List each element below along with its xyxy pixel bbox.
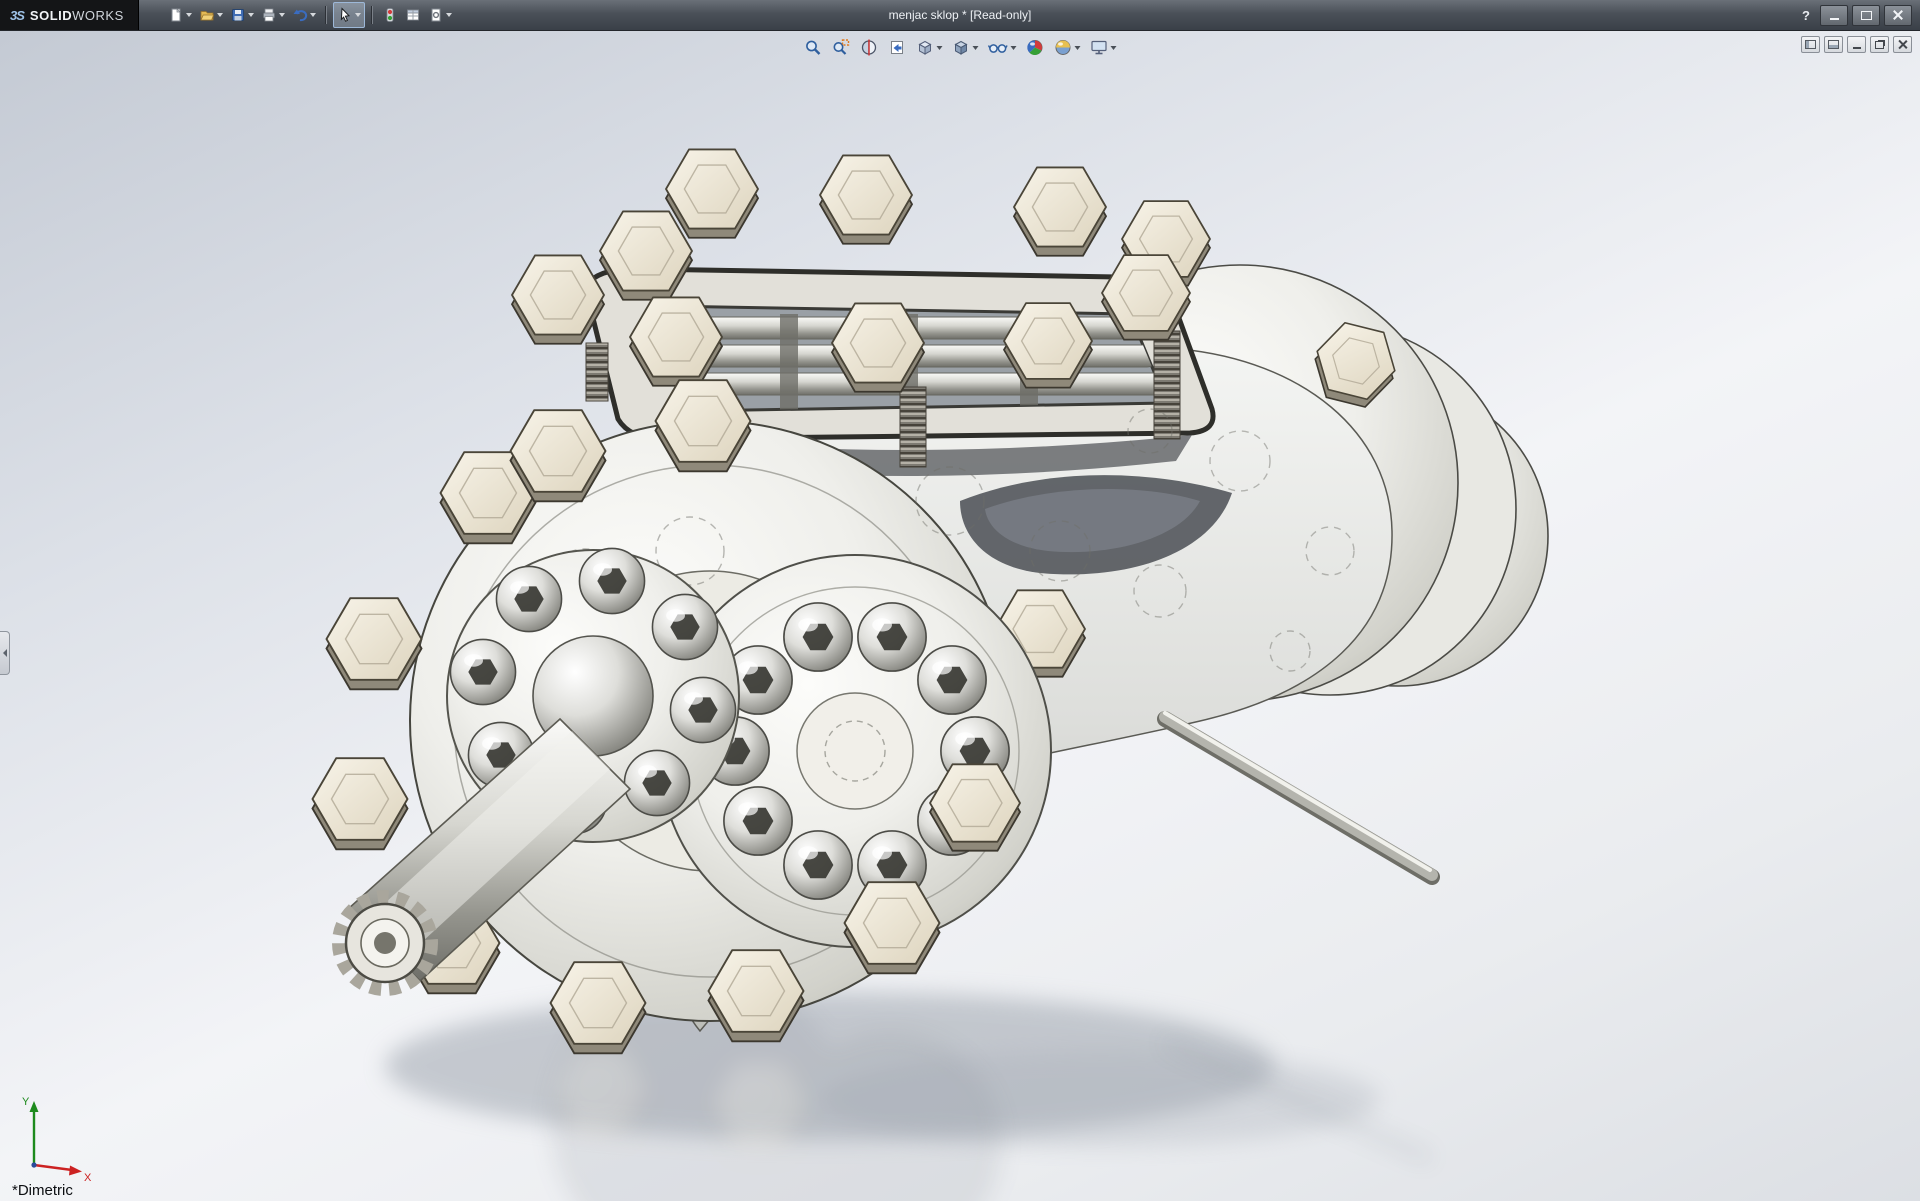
titlebar-right-controls: ? [1796, 5, 1920, 26]
chevron-down-icon[interactable] [973, 46, 979, 50]
chevron-down-icon[interactable] [355, 13, 361, 17]
section-view-icon [860, 38, 879, 57]
view-orientation-label: *Dimetric [12, 1182, 73, 1199]
open-folder-icon [199, 7, 215, 23]
doc-minimize-button[interactable] [1847, 36, 1866, 53]
display-style-button[interactable] [951, 37, 980, 58]
close-icon [1898, 40, 1907, 49]
split-pane-left-button[interactable] [1801, 36, 1820, 53]
section-view-button[interactable] [859, 37, 880, 58]
glasses-icon [988, 38, 1009, 57]
display-style-cube-icon [952, 38, 971, 57]
previous-view-button[interactable] [887, 37, 908, 58]
zoom-to-fit-icon [804, 38, 823, 57]
triad-x-label: X [84, 1172, 92, 1181]
chevron-down-icon[interactable] [1111, 46, 1117, 50]
hide-show-items-button[interactable] [987, 37, 1018, 58]
rebuild-button[interactable] [379, 3, 401, 27]
chevron-down-icon[interactable] [937, 46, 943, 50]
heads-up-view-toolbar [803, 37, 1118, 58]
print-button[interactable] [258, 3, 288, 27]
printer-icon [261, 7, 277, 23]
brand-text: SOLIDWORKS [30, 8, 124, 23]
chevron-down-icon[interactable] [248, 13, 254, 17]
properties-table-icon [405, 7, 421, 23]
help-button[interactable]: ? [1796, 8, 1816, 23]
toolbar-separator [371, 6, 373, 24]
save-button[interactable] [227, 3, 257, 27]
chevron-left-icon [3, 649, 7, 657]
close-button[interactable] [1884, 5, 1912, 26]
document-window-controls [1801, 36, 1912, 53]
undo-button[interactable] [289, 3, 319, 27]
new-document-icon [168, 7, 184, 23]
output-rod [1165, 713, 1432, 877]
gearbox-3d-model[interactable] [0, 31, 1920, 1201]
doc-close-button[interactable] [1893, 36, 1912, 53]
zoom-to-area-icon [832, 38, 851, 57]
view-settings-button[interactable] [1089, 37, 1118, 58]
split-pane-left-icon [1805, 40, 1816, 49]
close-icon [1893, 10, 1903, 20]
save-floppy-icon [230, 7, 246, 23]
toolbar-separator [325, 6, 327, 24]
edit-appearance-button[interactable] [1025, 37, 1046, 58]
minimize-icon [1830, 18, 1839, 20]
appearance-ball-icon [1026, 38, 1045, 57]
standard-toolbar [165, 2, 455, 28]
zoom-to-fit-button[interactable] [803, 37, 824, 58]
chevron-down-icon[interactable] [1075, 46, 1081, 50]
maximize-button[interactable] [1852, 5, 1880, 26]
view-settings-monitor-icon [1090, 38, 1109, 57]
options-button[interactable] [425, 3, 455, 27]
chevron-down-icon[interactable] [1011, 46, 1017, 50]
scene-ball-icon [1054, 38, 1073, 57]
chevron-down-icon[interactable] [279, 13, 285, 17]
file-properties-button[interactable] [402, 3, 424, 27]
select-cursor-icon [337, 7, 353, 23]
rebuild-traffic-light-icon [382, 7, 398, 23]
view-orientation-cube-icon [916, 38, 935, 57]
split-pane-bottom-button[interactable] [1824, 36, 1843, 53]
chevron-down-icon[interactable] [310, 13, 316, 17]
chevron-down-icon[interactable] [186, 13, 192, 17]
split-pane-bottom-icon [1828, 40, 1839, 49]
view-orientation-button[interactable] [915, 37, 944, 58]
undo-arrow-icon [292, 7, 308, 23]
chevron-down-icon[interactable] [446, 13, 452, 17]
maximize-icon [1861, 11, 1872, 20]
previous-view-icon [888, 38, 907, 57]
apply-scene-button[interactable] [1053, 37, 1082, 58]
select-button[interactable] [333, 2, 365, 28]
app-logo: 3S SOLIDWORKS [0, 0, 139, 30]
options-document-icon [428, 7, 444, 23]
minimize-button[interactable] [1820, 5, 1848, 26]
title-bar: 3S SOLIDWORKS [0, 0, 1920, 31]
top-cover-assembly [512, 149, 1213, 476]
feature-panel-flyout-tab[interactable] [0, 631, 10, 675]
triad-y-label: Y [22, 1096, 30, 1108]
graphics-viewport[interactable]: Y X *Dimetric [0, 31, 1920, 1201]
reference-triad: Y X [8, 1089, 98, 1181]
chevron-down-icon[interactable] [217, 13, 223, 17]
window-title: menjac sklop * [Read-only] [889, 0, 1032, 30]
new-document-button[interactable] [165, 3, 195, 27]
minimize-icon [1853, 47, 1861, 49]
zoom-to-area-button[interactable] [831, 37, 852, 58]
dassault-logo-icon: 3S [10, 8, 24, 23]
open-button[interactable] [196, 3, 226, 27]
restore-icon [1875, 41, 1884, 49]
doc-restore-button[interactable] [1870, 36, 1889, 53]
